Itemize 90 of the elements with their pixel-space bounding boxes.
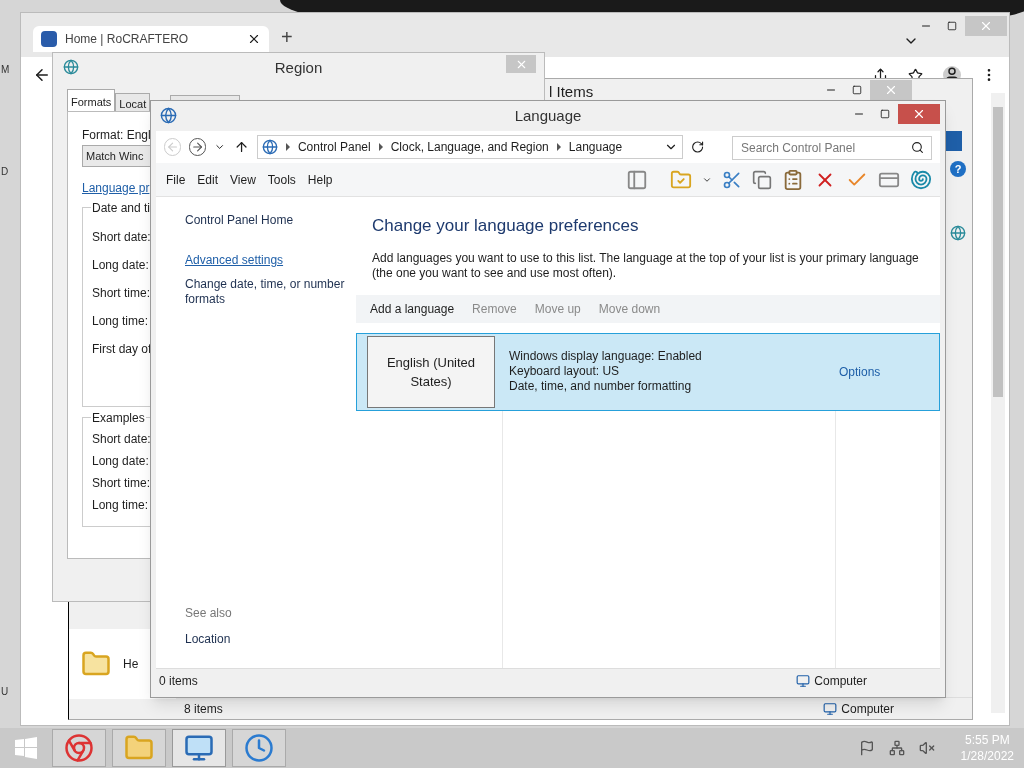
globe-clock-icon xyxy=(244,733,274,763)
breadcrumb-item[interactable]: Control Panel xyxy=(297,138,371,156)
language-preferences-link[interactable]: Language pr xyxy=(82,179,150,197)
toolbar-button[interactable]: Add a language xyxy=(370,299,455,318)
browser-tab[interactable]: Home | RoCRAFTERO xyxy=(33,26,269,52)
layout-icon[interactable] xyxy=(626,168,648,191)
help-icon: ? xyxy=(950,161,966,177)
tab-title: Home | RoCRAFTERO xyxy=(65,31,190,48)
taskbar-app-button[interactable] xyxy=(172,729,226,767)
see-also-heading: See also xyxy=(185,605,233,622)
menu-item[interactable]: File xyxy=(160,170,192,189)
breadcrumb-arrow-icon xyxy=(556,143,561,151)
close-icon xyxy=(247,32,261,46)
clipboard-icon[interactable] xyxy=(782,168,804,191)
language-icon xyxy=(261,139,278,155)
menu-item[interactable]: Help xyxy=(301,170,339,189)
windows-logo-icon xyxy=(15,737,37,759)
shell-icon[interactable] xyxy=(910,168,932,191)
options-link[interactable]: Options xyxy=(839,362,881,381)
field-label: Short time: xyxy=(92,475,151,490)
page-heading: Change your language preferences xyxy=(372,215,640,237)
menu-item[interactable]: View xyxy=(224,170,262,189)
field-label: Short date: xyxy=(92,431,151,446)
maximize-icon xyxy=(947,21,957,31)
field-label: Long date: xyxy=(92,257,149,272)
maximize-icon xyxy=(852,85,862,95)
menu-item[interactable]: Edit xyxy=(191,170,225,189)
taskbar-app-button[interactable] xyxy=(52,729,106,767)
search-field[interactable]: Search Control Panel xyxy=(732,136,932,160)
maximize-icon xyxy=(880,109,890,119)
field-label: Long date: xyxy=(92,453,149,468)
chrome-icon xyxy=(64,733,94,763)
close-icon xyxy=(884,83,898,97)
close-button[interactable] xyxy=(506,55,536,73)
globe-icon xyxy=(950,225,966,241)
format-dropdown[interactable]: Match Winc xyxy=(82,145,150,167)
tab[interactable]: Locat xyxy=(115,93,151,111)
close-button[interactable] xyxy=(898,104,940,124)
desktop-icon-label: D xyxy=(1,165,9,179)
close-icon xyxy=(912,107,926,121)
flag-icon xyxy=(858,740,875,756)
back-icon xyxy=(33,66,51,84)
status-item-count: 8 items xyxy=(184,700,223,718)
language-detail: Keyboard layout: US xyxy=(509,364,621,379)
language-row[interactable]: English (United States) Windows display language: Enabled Keyboard layout: US Date, time, and number formatting Options xyxy=(356,332,940,411)
network-icon xyxy=(888,740,905,756)
description: Add languages you want to use to this list. The language at the top of your list is your primary language (the one you want to see and use most often). xyxy=(372,250,920,281)
status-item-count: 0 items xyxy=(159,672,198,690)
folder-check-icon[interactable] xyxy=(670,168,692,191)
field-label: Short date: xyxy=(92,229,151,244)
window-title: Language xyxy=(514,105,582,126)
field-label: Long time: xyxy=(92,313,149,328)
window-title: l Items xyxy=(549,82,594,102)
sidebar-link[interactable]: Location xyxy=(185,630,356,648)
language-icon xyxy=(160,107,177,124)
format-label: Format: Engl xyxy=(82,127,151,142)
computer-icon xyxy=(796,673,811,688)
field-label: Short time: xyxy=(92,285,151,300)
speaker-muted-icon xyxy=(918,740,935,756)
address-bar[interactable]: Control Panel Clock, Language, and Region Language xyxy=(256,135,683,159)
sidebar-link[interactable]: Control Panel Home xyxy=(185,211,356,229)
breadcrumb-item[interactable]: Language xyxy=(568,138,623,156)
taskbar-app-button[interactable] xyxy=(232,729,286,767)
status-location: Computer xyxy=(814,672,867,690)
breadcrumb-arrow-icon xyxy=(285,143,290,151)
sidebar-link[interactable]: Advanced settings xyxy=(185,251,356,269)
language-tile: English (United States) xyxy=(367,335,495,408)
desktop-icon-label: U xyxy=(1,685,9,699)
control-panel-icon xyxy=(184,733,214,763)
close-icon xyxy=(979,19,993,33)
file-name: He xyxy=(123,656,139,673)
new-tab-button[interactable]: + xyxy=(281,25,293,49)
breadcrumb-arrow-icon xyxy=(378,143,383,151)
menu-item[interactable]: Tools xyxy=(261,170,302,189)
computer-icon xyxy=(823,701,838,716)
field-label: Long time: xyxy=(92,497,149,512)
sidebar-link[interactable]: Change date, time, or number formats xyxy=(185,277,350,307)
window-title: Region xyxy=(274,57,323,78)
language-detail: Date, time, and number formatting xyxy=(509,379,693,394)
breadcrumb-item[interactable]: Clock, Language, and Region xyxy=(390,138,549,156)
refresh-button[interactable] xyxy=(690,140,704,154)
copy-icon[interactable] xyxy=(752,169,772,190)
language-detail: Windows display language: Enabled xyxy=(509,349,703,364)
desktop-icon-label: M xyxy=(1,63,10,77)
globe-icon xyxy=(63,59,79,75)
site-logo-icon xyxy=(41,31,57,47)
status-location: Computer xyxy=(841,700,894,718)
tab[interactable]: Formats xyxy=(67,89,116,111)
search-icon xyxy=(911,141,924,154)
scissors-icon[interactable] xyxy=(722,169,742,190)
